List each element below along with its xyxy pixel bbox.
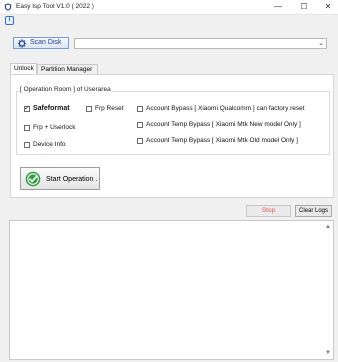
scroll-up-arrow-icon[interactable]: ▲	[324, 223, 332, 231]
log-output[interactable]: ▲ ▼	[9, 220, 334, 360]
temp-bypass-new-label[interactable]: Account Temp Bypass [ Xiaomi Mtk New mod…	[146, 121, 301, 128]
device-info-label[interactable]: Device Info	[33, 141, 66, 148]
temp-bypass-old-checkbox[interactable]	[137, 138, 143, 144]
maximize-button[interactable]: ☐	[296, 2, 312, 12]
start-operation-label: Start Operation .	[46, 176, 98, 183]
scan-disk-button[interactable]: Scan Disk	[13, 37, 69, 49]
temp-bypass-old-label[interactable]: Account Temp Bypass [ Xiaomi Mtk Old mod…	[146, 137, 298, 144]
info-icon[interactable]: i	[5, 16, 14, 25]
frp-userlock-checkbox[interactable]	[24, 125, 30, 131]
close-button[interactable]: ✕	[320, 2, 336, 12]
frp-reset-checkbox[interactable]	[86, 106, 92, 112]
scan-gear-icon	[17, 39, 27, 48]
start-operation-button[interactable]: Start Operation .	[20, 167, 100, 190]
check-circle-icon	[25, 171, 41, 187]
scroll-down-arrow-icon[interactable]: ▼	[324, 349, 332, 357]
device-info-checkbox[interactable]	[24, 142, 30, 148]
scan-disk-label: Scan Disk	[30, 39, 62, 46]
title-bar: Easy Isp Tool V1.0 ( 2022 ) — ☐ ✕	[0, 0, 338, 15]
bypass-qualcomm-label[interactable]: Account Bypass [ Xiaomi Qualcomm ] can f…	[146, 105, 305, 112]
minimize-button[interactable]: —	[270, 2, 286, 12]
temp-bypass-new-checkbox[interactable]	[137, 122, 143, 128]
stop-button[interactable]: Stop	[246, 205, 291, 217]
chevron-down-icon[interactable]: ⌄	[318, 39, 324, 49]
frp-userlock-label[interactable]: Frp + Userlock	[33, 124, 75, 131]
safeformat-label[interactable]: Safeformat	[33, 105, 70, 112]
operation-room-title: [ Operation Room ] of Userarea	[19, 86, 112, 93]
frp-reset-label[interactable]: Frp Reset	[95, 105, 124, 112]
bypass-qualcomm-checkbox[interactable]	[137, 106, 143, 112]
menu-strip	[0, 15, 338, 26]
safeformat-checkbox[interactable]	[24, 104, 30, 112]
clear-logs-button[interactable]: Clear Logs	[295, 205, 332, 217]
app-shield-icon	[4, 3, 12, 11]
disk-select[interactable]: ⌄	[74, 38, 327, 49]
window-title: Easy Isp Tool V1.0 ( 2022 )	[16, 3, 94, 10]
